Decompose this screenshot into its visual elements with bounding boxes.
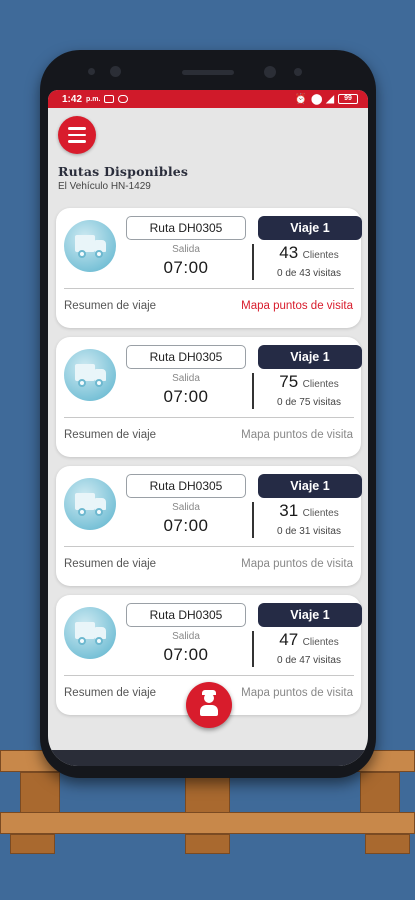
clients-number: 31 <box>279 501 299 520</box>
truck-icon <box>64 607 116 659</box>
route-code: Ruta DH0305 <box>126 474 246 498</box>
bottom-bar <box>48 750 368 766</box>
app-screen: 1:42 p.m. ⏰ ⬤ ◢ 99 Rutas Disponibles El … <box>48 90 368 766</box>
earpiece-speaker <box>182 70 234 75</box>
alarm-icon: ⏰ <box>294 93 308 105</box>
clients-count: 75 Clientes <box>256 372 362 392</box>
clients-count: 31 Clientes <box>256 501 362 521</box>
trip-badge: Viaje 1 <box>258 345 362 369</box>
voicemail-icon <box>118 95 129 103</box>
truck-icon <box>64 478 116 530</box>
trip-summary-link[interactable]: Resumen de viaje <box>64 687 156 699</box>
route-card[interactable]: Ruta DH0305 Viaje 1 Salida 07:00 31 Clie… <box>56 466 362 586</box>
clients-label: Clientes <box>302 379 339 390</box>
status-time: 1:42 <box>62 93 83 105</box>
departure-time: 07:00 <box>163 645 209 664</box>
battery-icon: 99 <box>338 94 358 104</box>
visit-map-link[interactable]: Mapa puntos de visita <box>241 558 353 570</box>
departure-label: Salida <box>172 502 200 513</box>
location-icon: ⬤ <box>311 93 323 105</box>
trip-badge: Viaje 1 <box>258 216 362 240</box>
clients-label: Clientes <box>302 637 339 648</box>
departure-time: 07:00 <box>163 387 209 406</box>
driver-fab-button[interactable] <box>186 682 232 728</box>
departure-label: Salida <box>172 631 200 642</box>
divider <box>252 502 254 538</box>
trip-summary-link[interactable]: Resumen de viaje <box>64 300 156 312</box>
trip-summary-link[interactable]: Resumen de viaje <box>64 558 156 570</box>
departure-time: 07:00 <box>163 516 209 535</box>
divider <box>64 288 354 289</box>
status-ampm: p.m. <box>86 95 101 103</box>
route-code: Ruta DH0305 <box>126 216 246 240</box>
clients-number: 43 <box>279 243 299 262</box>
clients-label: Clientes <box>302 250 339 261</box>
divider <box>64 675 354 676</box>
divider <box>252 373 254 409</box>
phone-bezel <box>40 50 376 94</box>
divider <box>252 244 254 280</box>
hamburger-menu-icon <box>68 127 86 130</box>
signal-icon: ◢ <box>326 93 334 105</box>
driver-icon-head <box>204 693 214 703</box>
departure-label: Salida <box>172 373 200 384</box>
clients-label: Clientes <box>302 508 339 519</box>
trip-badge: Viaje 1 <box>258 603 362 627</box>
status-bar: 1:42 p.m. ⏰ ⬤ ◢ 99 <box>48 90 368 108</box>
route-code: Ruta DH0305 <box>126 345 246 369</box>
trip-summary-link[interactable]: Resumen de viaje <box>64 429 156 441</box>
departure-label: Salida <box>172 244 200 255</box>
visits-progress: 0 de 47 visitas <box>277 655 341 666</box>
route-card[interactable]: Ruta DH0305 Viaje 1 Salida 07:00 75 Clie… <box>56 337 362 457</box>
front-camera-icon <box>264 66 276 78</box>
visit-map-link[interactable]: Mapa puntos de visita <box>241 687 353 699</box>
hamburger-menu-icon-bar <box>68 133 86 137</box>
route-code: Ruta DH0305 <box>126 603 246 627</box>
visit-map-link[interactable]: Mapa puntos de visita <box>241 429 353 441</box>
phone-frame: 1:42 p.m. ⏰ ⬤ ◢ 99 Rutas Disponibles El … <box>40 50 376 778</box>
clients-number: 75 <box>279 372 299 391</box>
divider <box>252 631 254 667</box>
truck-icon <box>64 349 116 401</box>
route-card[interactable]: Ruta DH0305 Viaje 1 Salida 07:00 43 Clie… <box>56 208 362 328</box>
departure-time: 07:00 <box>163 258 209 277</box>
sensor-icon <box>294 68 302 76</box>
image-notification-icon <box>104 95 115 103</box>
front-camera-icon <box>110 66 121 77</box>
divider <box>64 546 354 547</box>
vehicle-subtitle: El Vehículo HN-1429 <box>58 181 151 192</box>
driver-icon-body <box>200 705 218 716</box>
clients-number: 47 <box>279 630 299 649</box>
divider <box>64 417 354 418</box>
visits-progress: 0 de 75 visitas <box>277 397 341 408</box>
menu-button[interactable] <box>58 116 96 154</box>
truck-icon <box>64 220 116 272</box>
page-title: Rutas Disponibles <box>58 164 189 179</box>
trip-badge: Viaje 1 <box>258 474 362 498</box>
hamburger-menu-icon-bar <box>68 140 86 143</box>
visits-progress: 0 de 43 visitas <box>277 268 341 279</box>
visits-progress: 0 de 31 visitas <box>277 526 341 537</box>
sensor-icon <box>88 68 95 75</box>
clients-count: 47 Clientes <box>256 630 362 650</box>
clients-count: 43 Clientes <box>256 243 362 263</box>
visit-map-link[interactable]: Mapa puntos de visita <box>241 300 353 312</box>
